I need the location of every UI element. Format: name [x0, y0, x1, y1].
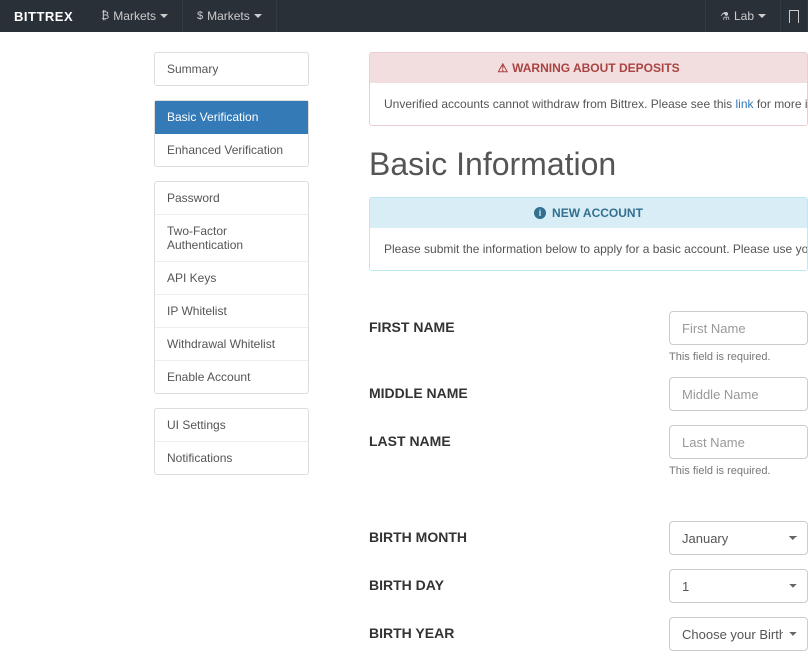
deposit-warning-alert: WARNING ABOUT DEPOSITS Unverified accoun…: [369, 52, 808, 126]
btc-markets-label: Markets: [113, 9, 156, 23]
middle-name-label: MIDDLE NAME: [369, 377, 669, 401]
page-title: Basic Information: [369, 146, 808, 183]
sidebar-group-verification: Basic Verification Enhanced Verification: [154, 100, 309, 167]
birth-year-row: BIRTH YEAR Choose your Birth Year ...: [369, 617, 808, 651]
birth-year-label: BIRTH YEAR: [369, 617, 669, 641]
menu-icon: [789, 10, 799, 23]
navbar-left: BITTREX ₿ Markets $ Markets: [0, 0, 277, 32]
deposit-warning-text-pre: Unverified accounts cannot withdraw from…: [384, 97, 736, 111]
first-name-row: FIRST NAME This field is required.: [369, 311, 808, 363]
sidebar-group-prefs: UI Settings Notifications: [154, 408, 309, 475]
brand-logo[interactable]: BITTREX: [0, 0, 87, 32]
usd-markets-label: Markets: [207, 9, 250, 23]
birth-year-select[interactable]: Choose your Birth Year ...: [669, 617, 808, 651]
sidebar-item-withdrawal-whitelist[interactable]: Withdrawal Whitelist: [155, 328, 308, 361]
caret-down-icon: [160, 14, 168, 18]
new-account-info-body: Please submit the information below to a…: [370, 228, 807, 270]
birth-day-field-wrap: 1: [669, 569, 808, 603]
last-name-row: LAST NAME This field is required.: [369, 425, 808, 477]
deposit-warning-link[interactable]: link: [736, 97, 754, 111]
first-name-help: This field is required.: [669, 351, 808, 363]
bitcoin-icon: ₿: [101, 10, 109, 22]
sidebar-item-enable-account[interactable]: Enable Account: [155, 361, 308, 393]
extra-menu[interactable]: [781, 0, 808, 32]
last-name-label: LAST NAME: [369, 425, 669, 449]
birth-year-field-wrap: Choose your Birth Year ...: [669, 617, 808, 651]
first-name-input[interactable]: [669, 311, 808, 345]
new-account-info-title: NEW ACCOUNT: [552, 206, 643, 220]
birth-day-label: BIRTH DAY: [369, 569, 669, 593]
first-name-field-wrap: This field is required.: [669, 311, 808, 363]
sidebar-group-security: Password Two-Factor Authentication API K…: [154, 181, 309, 394]
caret-down-icon: [758, 14, 766, 18]
sidebar-item-enhanced-verification[interactable]: Enhanced Verification: [155, 134, 308, 166]
sidebar-item-notifications[interactable]: Notifications: [155, 442, 308, 474]
sidebar-item-two-factor[interactable]: Two-Factor Authentication: [155, 215, 308, 262]
lab-label: Lab: [734, 9, 754, 23]
sidebar-item-summary[interactable]: Summary: [155, 53, 308, 85]
sidebar-item-ui-settings[interactable]: UI Settings: [155, 409, 308, 442]
last-name-help: This field is required.: [669, 465, 808, 477]
first-name-label: FIRST NAME: [369, 311, 669, 335]
middle-name-input[interactable]: [669, 377, 808, 411]
birth-month-select[interactable]: January: [669, 521, 808, 555]
middle-name-row: MIDDLE NAME: [369, 377, 808, 411]
navbar-right: Lab: [705, 0, 808, 32]
sidebar-item-ip-whitelist[interactable]: IP Whitelist: [155, 295, 308, 328]
deposit-warning-body: Unverified accounts cannot withdraw from…: [370, 83, 807, 125]
birth-month-row: BIRTH MONTH January: [369, 521, 808, 555]
birth-day-row: BIRTH DAY 1: [369, 569, 808, 603]
usd-markets-menu[interactable]: $ Markets: [183, 0, 277, 32]
new-account-info-header: NEW ACCOUNT: [370, 198, 807, 228]
last-name-field-wrap: This field is required.: [669, 425, 808, 477]
info-icon: [534, 207, 546, 219]
flask-icon: [720, 9, 730, 23]
lab-menu[interactable]: Lab: [705, 0, 781, 32]
settings-sidebar: Summary Basic Verification Enhanced Veri…: [154, 52, 309, 665]
caret-down-icon: [254, 14, 262, 18]
new-account-info-alert: NEW ACCOUNT Please submit the informatio…: [369, 197, 808, 271]
deposit-warning-header: WARNING ABOUT DEPOSITS: [370, 53, 807, 83]
dollar-icon: $: [197, 10, 203, 22]
birth-day-select[interactable]: 1: [669, 569, 808, 603]
sidebar-item-password[interactable]: Password: [155, 182, 308, 215]
sidebar-item-basic-verification[interactable]: Basic Verification: [155, 101, 308, 134]
birth-month-field-wrap: January: [669, 521, 808, 555]
top-navbar: BITTREX ₿ Markets $ Markets Lab: [0, 0, 808, 32]
last-name-input[interactable]: [669, 425, 808, 459]
sidebar-item-api-keys[interactable]: API Keys: [155, 262, 308, 295]
deposit-warning-title: WARNING ABOUT DEPOSITS: [512, 61, 680, 75]
warning-icon: [497, 61, 512, 75]
middle-name-field-wrap: [669, 377, 808, 411]
birth-month-label: BIRTH MONTH: [369, 521, 669, 545]
page-container: Summary Basic Verification Enhanced Veri…: [154, 32, 808, 665]
sidebar-group-summary: Summary: [154, 52, 309, 86]
deposit-warning-text-post: for more informa: [754, 97, 808, 111]
btc-markets-menu[interactable]: ₿ Markets: [87, 0, 183, 32]
main-content: WARNING ABOUT DEPOSITS Unverified accoun…: [329, 52, 808, 665]
